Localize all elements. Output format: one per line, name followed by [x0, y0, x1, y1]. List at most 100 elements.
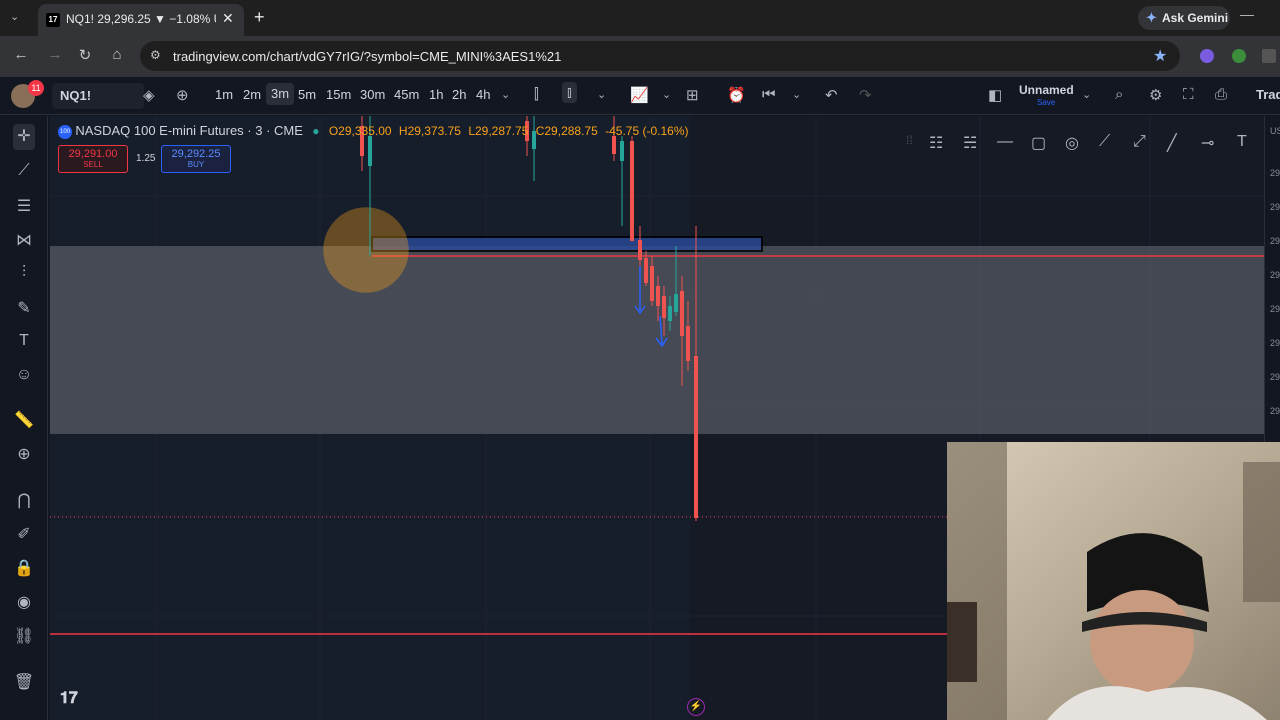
spread-value: 1.25 — [136, 153, 156, 164]
timeframe-45m[interactable]: 45m — [394, 87, 419, 102]
layout-name[interactable]: Unnamed — [1019, 83, 1074, 97]
timeframe-4h[interactable]: 4h — [476, 87, 490, 102]
add-symbol-icon[interactable]: ⊕ — [176, 86, 189, 104]
forward-icon[interactable]: → — [46, 46, 64, 63]
brush-icon[interactable]: ✎ — [13, 298, 35, 318]
short-position-icon[interactable]: ☵ — [963, 133, 977, 153]
candles-icon[interactable]: ⫾ — [562, 82, 577, 103]
redo-icon[interactable]: ↷ — [859, 86, 872, 104]
chart-toolbar: 11 NQ1! ◈ ⊕ 1m 2m 3m 5m 15m 30m 45m 1h 2… — [0, 77, 1280, 115]
magnet-icon[interactable]: ⋂ — [13, 490, 35, 510]
layout-panel-icon[interactable]: ◧ — [988, 86, 1002, 104]
instrument-name[interactable]: NASDAQ 100 E-mini Futures · 3 · CME — [75, 123, 303, 138]
fib-icon[interactable]: ☰ — [13, 196, 35, 216]
quick-search-icon[interactable]: ⌕ — [1115, 86, 1123, 103]
bookmark-star-icon[interactable]: ★ — [1153, 46, 1167, 66]
site-info-icon[interactable]: ⚙ — [150, 48, 161, 62]
timeframe-1h[interactable]: 1h — [429, 87, 443, 102]
settings-gear-icon[interactable]: ⚙ — [1149, 86, 1162, 104]
extensions-puzzle-icon[interactable] — [1262, 49, 1276, 63]
compare-diamond-icon[interactable]: ◈ — [143, 86, 155, 104]
reload-icon[interactable]: ↻ — [76, 46, 94, 64]
path-icon[interactable]: ⟋ — [1099, 133, 1110, 151]
fullscreen-icon[interactable]: ⛶ — [1183, 86, 1194, 103]
tab-close-icon[interactable]: ✕ — [222, 10, 234, 27]
minimize-icon[interactable]: — — [1240, 6, 1254, 22]
ray-icon[interactable]: ⤢ — [1133, 133, 1146, 151]
price-tick: 29 — [1270, 304, 1280, 314]
lock-draw-icon[interactable]: ✐ — [13, 524, 35, 544]
buy-price: 29,292.25 — [171, 148, 221, 160]
back-icon[interactable]: ← — [12, 46, 30, 63]
price-tick: 29 — [1270, 338, 1280, 348]
price-tick: 29 — [1270, 236, 1280, 246]
horizontal-ray-icon[interactable]: ⊸ — [1201, 133, 1214, 153]
long-position-icon[interactable]: ☷ — [929, 133, 943, 153]
link-icon[interactable]: ⛓ — [13, 626, 35, 646]
timeframe-15m[interactable]: 15m — [326, 87, 351, 102]
zoom-icon[interactable]: ⊕ — [13, 444, 35, 464]
buy-button[interactable]: 29,292.25 BUY — [161, 145, 231, 173]
lock-icon[interactable]: 🔒 — [13, 558, 35, 578]
price-tick: 29 — [1270, 168, 1280, 178]
trend-line-icon[interactable]: ⟋ — [13, 162, 35, 180]
replay-dropdown-icon[interactable]: ⌄ — [792, 88, 801, 101]
rectangle-icon[interactable]: ▢ — [1031, 133, 1046, 153]
snapshot-camera-icon[interactable]: ⎙ — [1215, 86, 1227, 103]
new-tab-button[interactable]: + — [254, 7, 265, 28]
drag-handle-icon[interactable]: ⁞⁞ — [906, 133, 913, 147]
layout-dropdown-icon[interactable]: ⌄ — [1082, 88, 1091, 101]
price-tick: 29 — [1270, 372, 1280, 382]
prediction-icon[interactable]: ⫶ — [13, 264, 35, 282]
webcam-image — [947, 442, 1280, 720]
home-icon[interactable]: ⌂ — [108, 46, 126, 63]
symbol-search-input[interactable]: NQ1! — [52, 83, 144, 109]
ask-gemini-button[interactable]: ✦ Ask Gemini — [1138, 6, 1230, 30]
trend-line-tool-icon[interactable]: ╱ — [1167, 133, 1177, 153]
highlight-circle — [323, 207, 409, 293]
text-tool-icon[interactable]: T — [1237, 133, 1247, 151]
layouts-grid-icon[interactable]: ⊞ — [686, 86, 699, 104]
crosshair-icon[interactable]: ✛ — [13, 124, 35, 150]
trash-icon[interactable]: 🗑 — [13, 672, 35, 692]
pattern-icon[interactable]: ⋈ — [13, 230, 35, 250]
notification-badge: 11 — [28, 80, 44, 96]
tradingview-favicon-icon: 17 — [46, 13, 60, 27]
chart-type-dropdown-icon[interactable]: ⌄ — [597, 88, 606, 101]
sell-button[interactable]: 29,291.00 SELL — [58, 145, 128, 173]
browser-tab[interactable]: 17 NQ1! 29,296.25 ▼ −1.08% Unn ✕ — [38, 4, 244, 36]
sell-label: SELL — [83, 160, 103, 169]
lightning-replay-icon[interactable]: ⚡ — [687, 698, 705, 716]
bar-style-icon[interactable]: ⫿ — [534, 86, 539, 103]
chart-legend[interactable]: 100 NASDAQ 100 E-mini Futures · 3 · CME … — [58, 123, 689, 139]
undo-icon[interactable]: ↶ — [825, 86, 838, 104]
ask-gemini-label: Ask Gemini — [1162, 11, 1229, 25]
ruler-icon[interactable]: 📏 — [13, 410, 35, 430]
emoji-icon[interactable]: ☺ — [13, 366, 35, 384]
level-box — [371, 236, 763, 252]
extension-icon[interactable] — [1200, 49, 1214, 63]
trade-button[interactable]: Trad — [1256, 87, 1280, 102]
circle-icon[interactable]: ◎ — [1065, 133, 1079, 153]
eye-icon[interactable]: ◉ — [13, 592, 35, 612]
timeframe-1m[interactable]: 1m — [215, 87, 233, 102]
tab-search-icon[interactable]: ⌄ — [10, 10, 26, 26]
indicators-icon[interactable]: 📈 — [630, 86, 649, 104]
url-text: tradingview.com/chart/vdGY7rIG/?symbol=C… — [173, 49, 562, 64]
timeframe-3m[interactable]: 3m — [266, 83, 295, 105]
address-bar: ← → ↻ ⌂ ⚙ tradingview.com/chart/vdGY7rIG… — [0, 36, 1280, 77]
indicators-dropdown-icon[interactable]: ⌄ — [662, 88, 671, 101]
timeframe-dropdown-icon[interactable]: ⌄ — [501, 88, 510, 101]
timeframe-5m[interactable]: 5m — [298, 87, 316, 102]
timeframe-2h[interactable]: 2h — [452, 87, 466, 102]
price-tick: 29 — [1270, 270, 1280, 280]
tab-title: NQ1! 29,296.25 ▼ −1.08% Unn — [66, 12, 216, 26]
extension-icon[interactable] — [1232, 49, 1246, 63]
replay-icon[interactable]: ⏮ — [762, 86, 776, 103]
url-field[interactable]: ⚙ tradingview.com/chart/vdGY7rIG/?symbol… — [140, 41, 1180, 71]
text-icon[interactable]: T — [13, 332, 35, 350]
alert-icon[interactable]: ⏰ — [727, 86, 746, 104]
timeframe-30m[interactable]: 30m — [360, 87, 385, 102]
horizontal-line-icon[interactable]: — — [997, 133, 1013, 151]
timeframe-2m[interactable]: 2m — [243, 87, 261, 102]
